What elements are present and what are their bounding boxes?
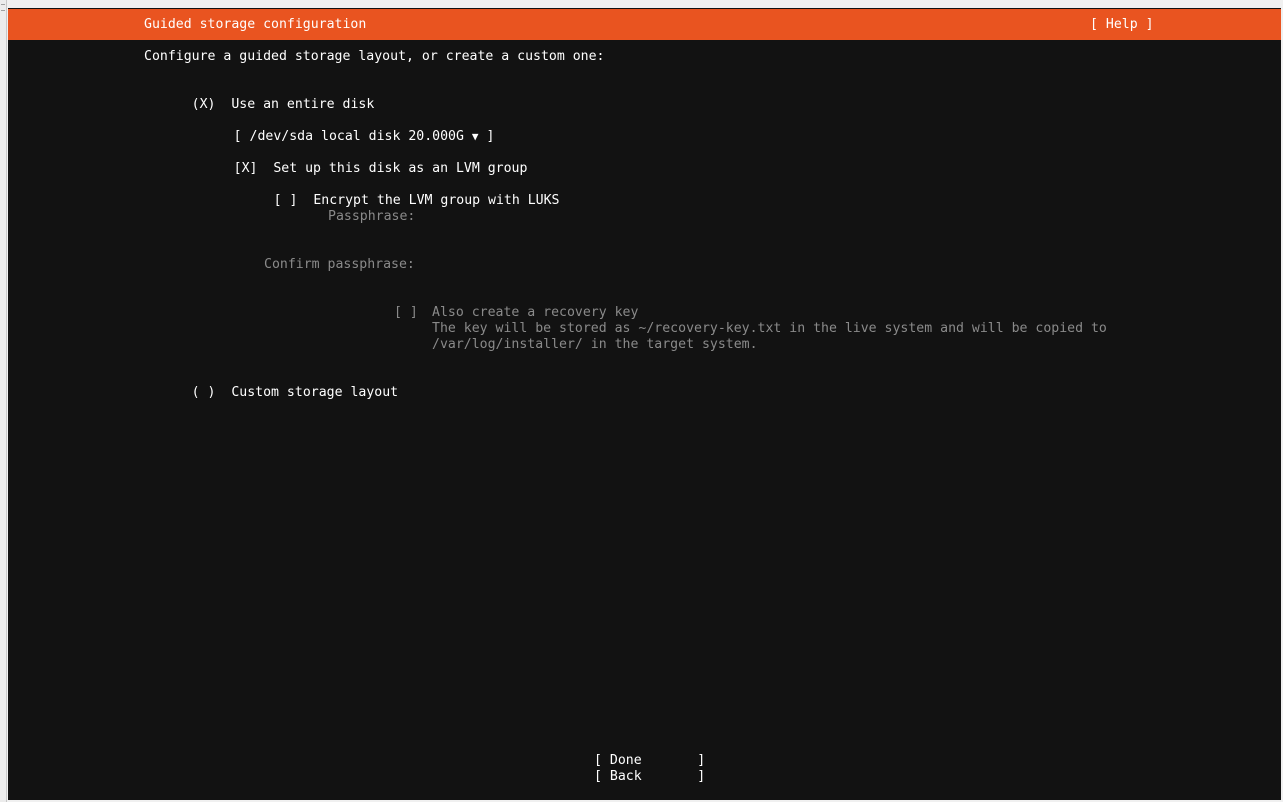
entire-disk-radio[interactable]: (X) [192, 97, 216, 112]
disk-select-value: /dev/sda local disk 20.000G [249, 129, 464, 144]
passphrase-label: Passphrase: [328, 209, 416, 224]
luks-label: Encrypt the LVM group with LUKS [313, 193, 560, 208]
chevron-down-icon: ▼ [471, 130, 479, 143]
disk-select-open-bracket: [ [233, 129, 242, 144]
recovery-key-checkbox[interactable]: [ ] [394, 305, 418, 321]
window-frame: Guided storage configuration [ Help ] Co… [0, 0, 1283, 802]
page-title: Guided storage configuration [144, 17, 367, 32]
title-bar: Guided storage configuration [ Help ] [8, 9, 1281, 40]
custom-layout-radio[interactable]: ( ) [192, 385, 216, 400]
custom-layout-option[interactable]: ( ) Custom storage layout [144, 369, 398, 417]
entire-disk-label: Use an entire disk [231, 97, 375, 112]
done-button[interactable]: [ Done ] [594, 753, 705, 769]
side-tick [1, 4, 5, 5]
recovery-key-description-line1: The key will be stored as ~/recovery-key… [432, 321, 1107, 336]
installer-screen: Guided storage configuration [ Help ] Co… [8, 8, 1281, 800]
custom-layout-label: Custom storage layout [231, 385, 399, 400]
help-button[interactable]: [ Help ] [1090, 17, 1154, 33]
window-side-panel [0, 0, 7, 802]
recovery-key-label: Also create a recovery key [432, 305, 639, 320]
lvm-checkbox[interactable]: [X] [234, 161, 258, 176]
recovery-key-description-line2: /var/log/installer/ in the target system… [432, 337, 758, 352]
lvm-label: Set up this disk as an LVM group [273, 161, 528, 176]
confirm-passphrase-label: Confirm passphrase: [264, 257, 415, 272]
intro-text: Configure a guided storage layout, or cr… [144, 49, 605, 64]
luks-checkbox[interactable]: [ ] [274, 193, 298, 208]
side-tick [1, 10, 5, 11]
back-button[interactable]: [ Back ] [594, 769, 705, 785]
disk-select-close-bracket: ] [486, 129, 495, 144]
